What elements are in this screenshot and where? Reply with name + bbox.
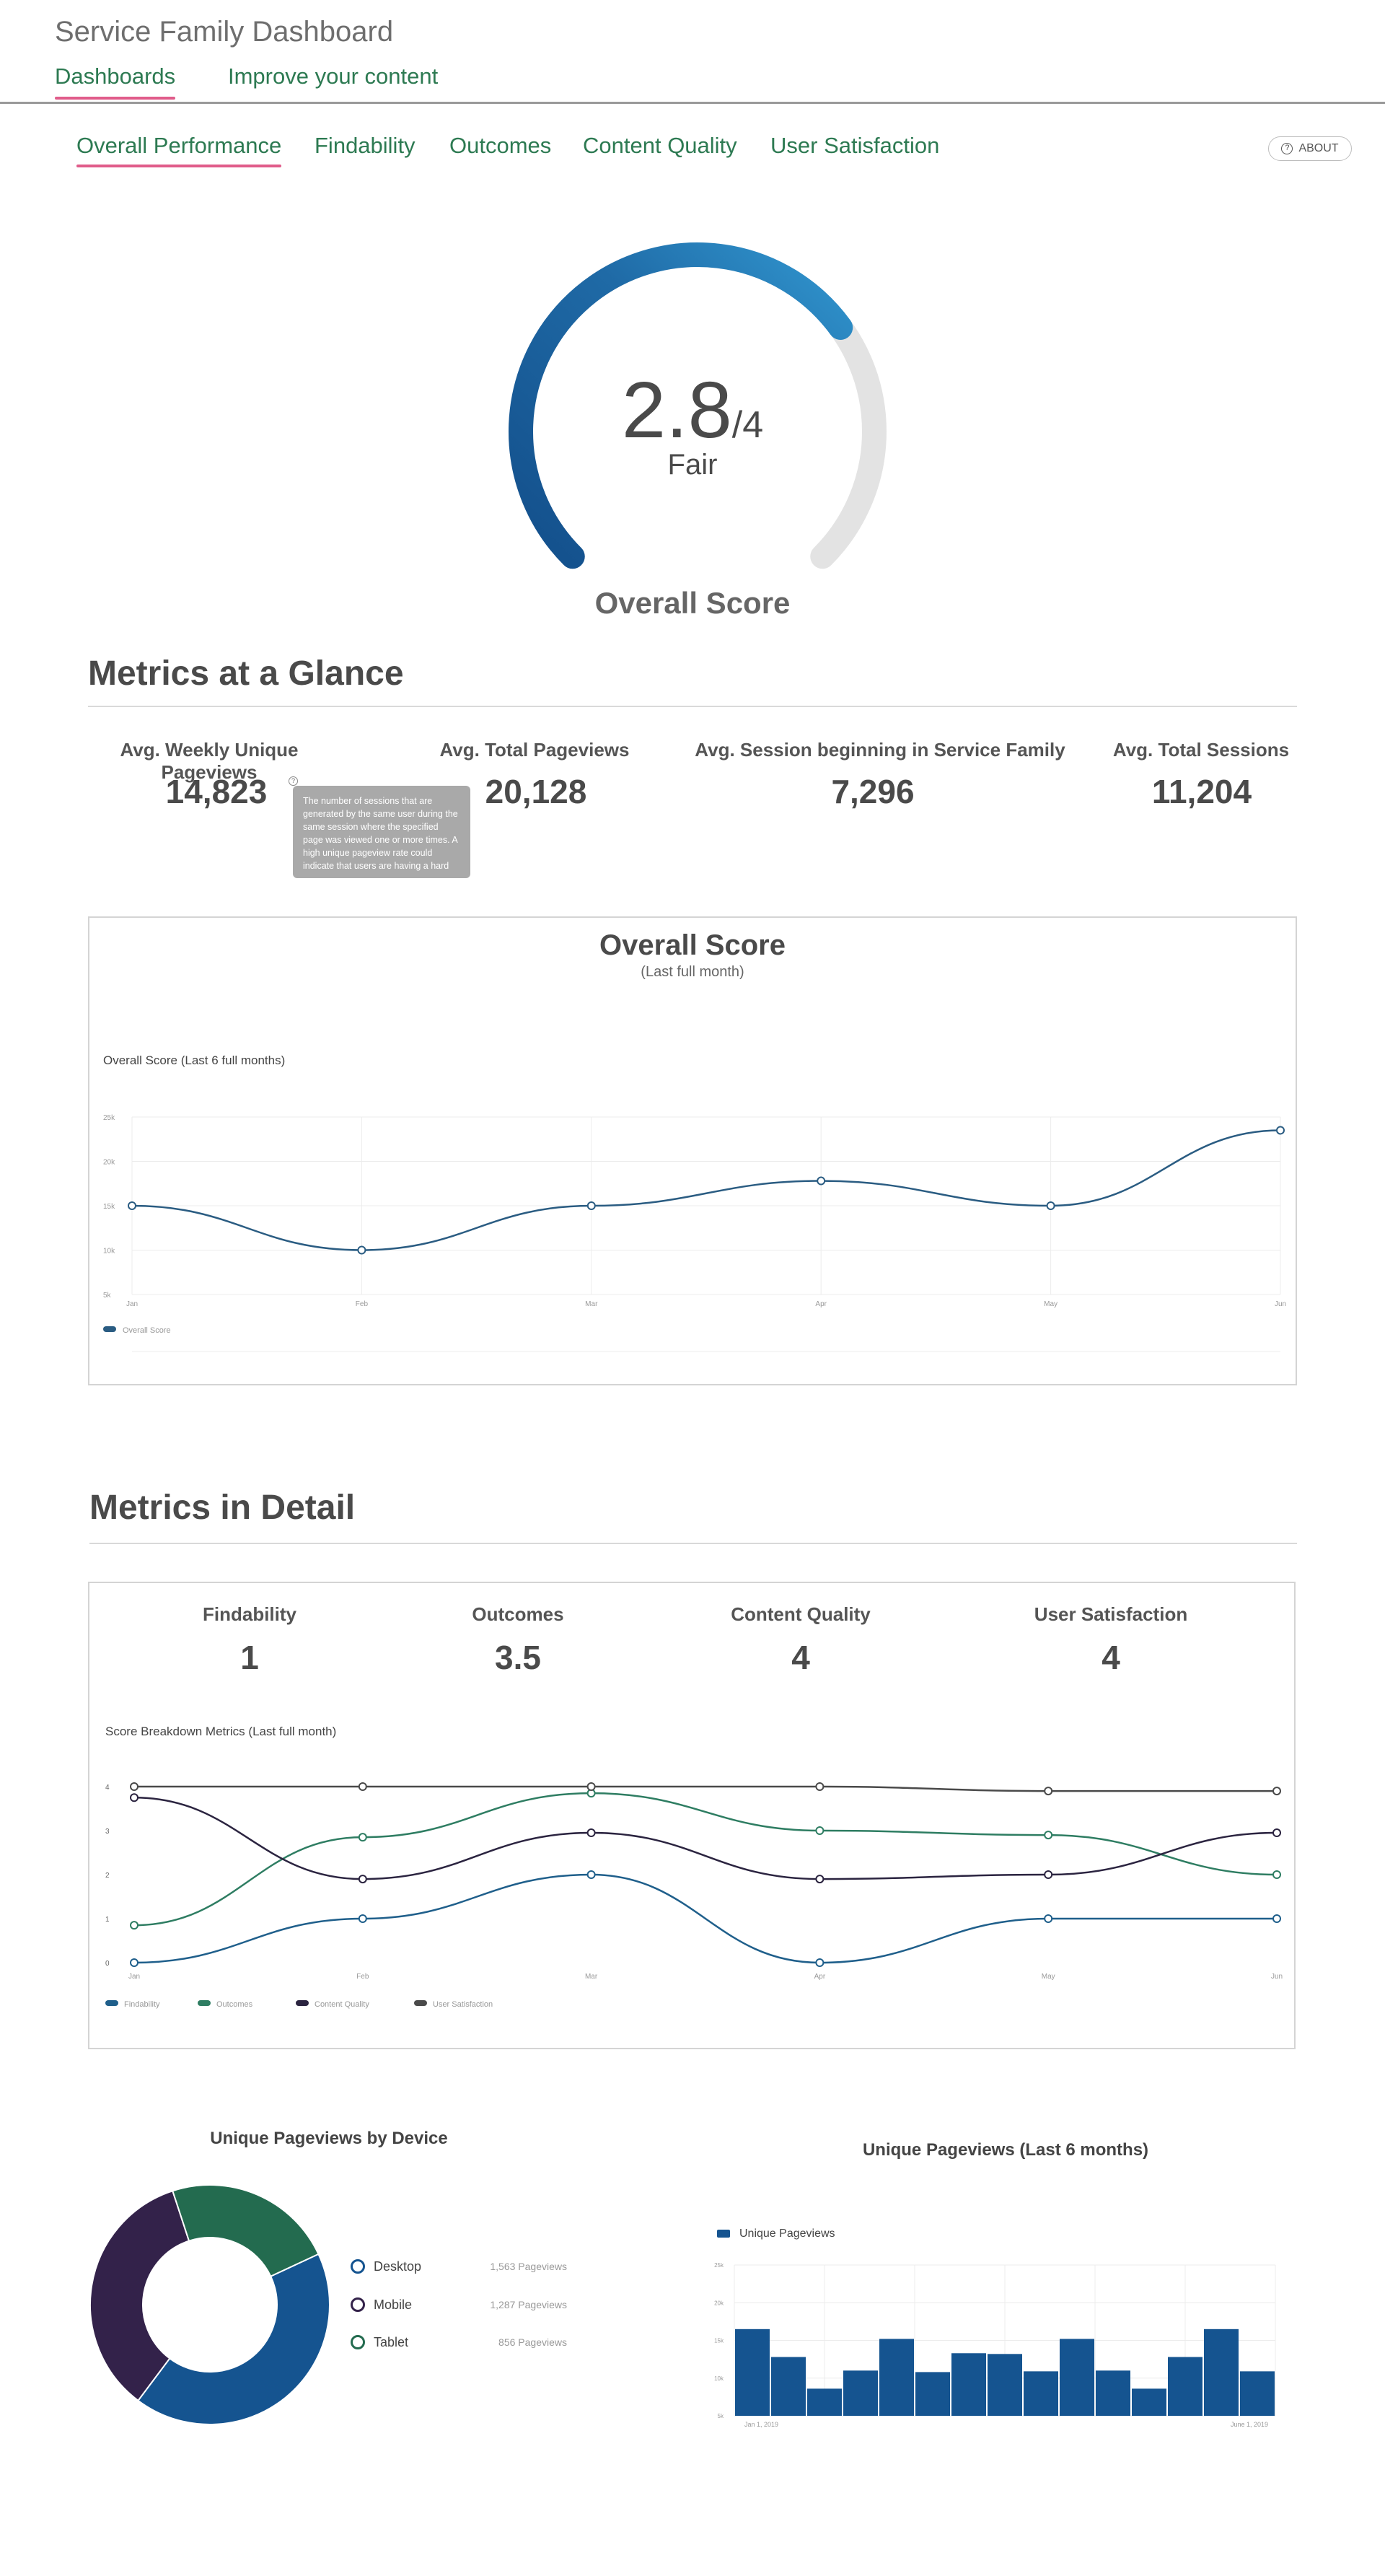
legend-label: Unique Pageviews — [739, 2227, 835, 2240]
bar — [1168, 2357, 1202, 2416]
bar — [988, 2354, 1022, 2416]
bar — [951, 2353, 986, 2416]
y-tick-label: 15k — [714, 2338, 724, 2344]
bar — [735, 2329, 770, 2416]
x-tick-label: June 1, 2019 — [1231, 2421, 1268, 2428]
bar — [1024, 2371, 1058, 2416]
bar — [843, 2370, 878, 2416]
bar — [915, 2372, 950, 2416]
bar — [879, 2339, 914, 2416]
bar — [771, 2357, 806, 2416]
bar — [1240, 2371, 1275, 2416]
bar — [807, 2388, 842, 2416]
y-tick-label: 5k — [718, 2413, 724, 2419]
bar — [1060, 2339, 1094, 2416]
legend-swatch — [717, 2230, 730, 2238]
bar — [1132, 2388, 1166, 2416]
y-tick-label: 20k — [714, 2300, 724, 2306]
x-tick-label: Jan 1, 2019 — [744, 2421, 778, 2428]
unique-pageviews-bar-chart: 5k 10k 15k 20k 25k Jan 1, 2019 June 1, 2019 Uni… — [714, 2227, 1276, 2428]
bar — [1096, 2370, 1130, 2416]
y-tick-label: 10k — [714, 2375, 724, 2382]
y-tick-label: 25k — [714, 2262, 724, 2269]
bar — [1204, 2329, 1239, 2416]
